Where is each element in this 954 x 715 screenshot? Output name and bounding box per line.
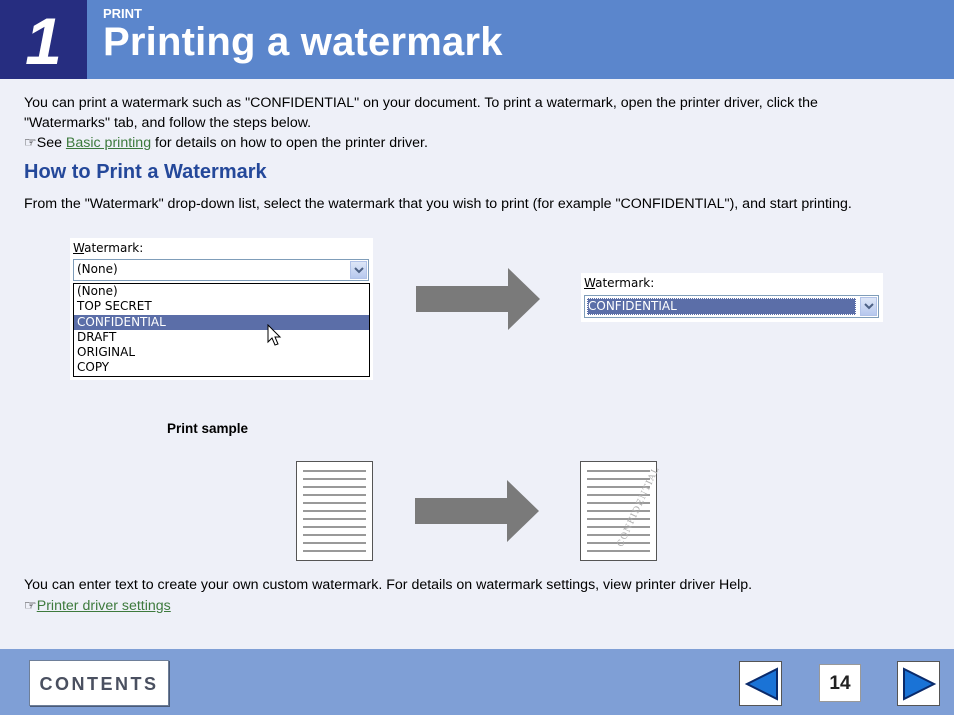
page-title: Printing a watermark	[103, 20, 503, 64]
chevron-down-icon[interactable]	[860, 297, 877, 316]
print-sample-label: Print sample	[167, 421, 249, 436]
reference-icon: ☞	[24, 598, 37, 614]
printer-driver-reference: ☞Printer driver settings	[24, 596, 171, 616]
chapter-number: 1	[25, 4, 62, 78]
document-without-watermark	[296, 461, 373, 561]
reference-icon: ☞	[24, 135, 37, 151]
page-number: 14	[819, 664, 861, 702]
watermark-select-value: (None)	[77, 262, 118, 276]
custom-watermark-text: You can enter text to create your own cu…	[24, 577, 753, 593]
option-confidential[interactable]: CONFIDENTIAL	[74, 314, 369, 330]
option-draft[interactable]: DRAFT	[74, 330, 369, 345]
left-triangle-icon	[744, 667, 778, 701]
watermark-select-confidential[interactable]: CONFIDENTIAL	[584, 295, 879, 318]
watermark-select-value: CONFIDENTIAL	[588, 299, 677, 313]
arrow-right-icon	[415, 480, 539, 542]
chevron-down-icon[interactable]	[350, 261, 367, 279]
contents-button[interactable]: CONTENTS	[29, 660, 169, 706]
right-triangle-icon	[903, 667, 937, 701]
next-page-button[interactable]	[897, 661, 940, 706]
chapter-badge: 1	[0, 0, 87, 79]
printer-driver-settings-link[interactable]: Printer driver settings	[37, 598, 171, 614]
option-original[interactable]: ORIGINAL	[74, 345, 369, 360]
watermark-label: Watermark:	[584, 276, 655, 290]
watermark-label: Watermark:	[73, 241, 144, 255]
option-copy[interactable]: COPY	[74, 360, 369, 375]
watermark-options-list: (None) TOP SECRET CONFIDENTIAL DRAFT ORI…	[73, 283, 370, 377]
watermark-dropdown-selected-screenshot: Watermark: CONFIDENTIAL	[581, 273, 883, 322]
document-with-watermark: CONFIDENTIAL	[580, 461, 662, 561]
see-reference: ☞See Basic printing for details on how t…	[24, 135, 428, 151]
arrow-right-icon	[416, 268, 540, 330]
option-none[interactable]: (None)	[74, 284, 369, 299]
previous-page-button[interactable]	[739, 661, 782, 706]
instruction-text: From the "Watermark" drop-down list, sel…	[24, 196, 852, 212]
basic-printing-link[interactable]: Basic printing	[66, 135, 151, 151]
mouse-cursor-icon	[267, 324, 282, 346]
intro-line-1: You can print a watermark such as "CONFI…	[24, 95, 818, 111]
section-heading: How to Print a Watermark	[24, 161, 267, 183]
watermark-select[interactable]: (None)	[73, 259, 369, 281]
option-top-secret[interactable]: TOP SECRET	[74, 299, 369, 314]
section-label: PRINT	[103, 6, 142, 21]
watermark-dropdown-open-screenshot: Watermark: (None) (None) TOP SECRET CONF…	[70, 238, 373, 380]
intro-line-2: "Watermarks" tab, and follow the steps b…	[24, 115, 312, 131]
